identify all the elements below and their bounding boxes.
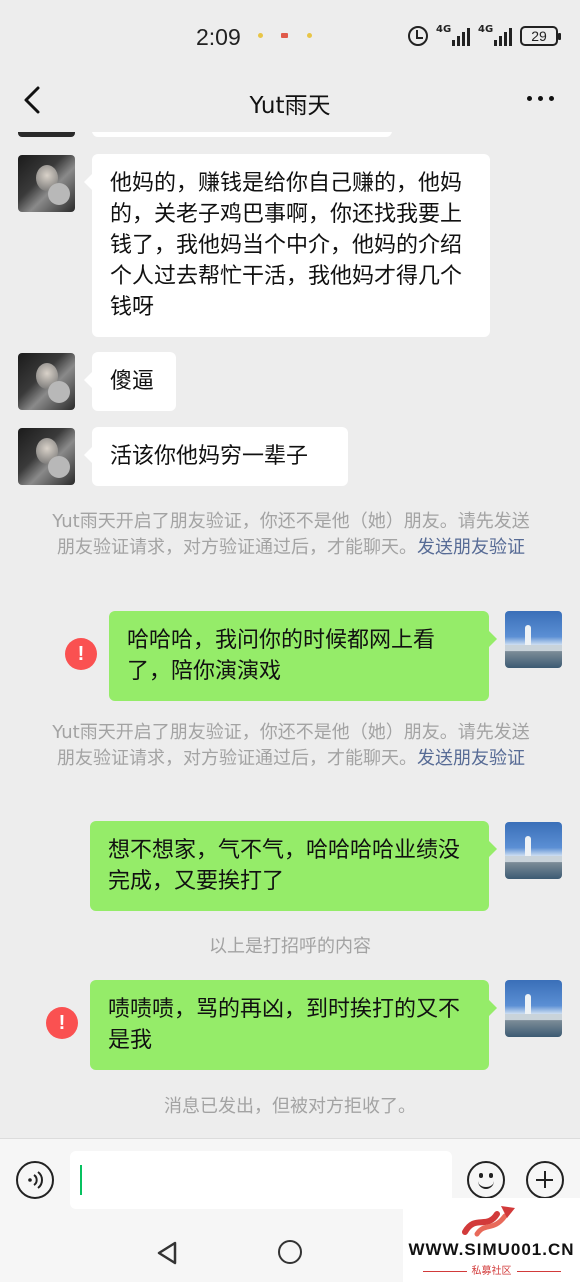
chat-messages[interactable]: 他妈的，赚钱是给你自己赚的，他妈的，关老子鸡巴事啊，你还找我要上钱了，我他妈当个…: [0, 132, 580, 1138]
watermark-label: 私募社区: [403, 1262, 580, 1277]
message-input[interactable]: [70, 1151, 452, 1209]
incoming-message[interactable]: 活该你他妈穷一辈子: [84, 427, 348, 486]
notification-app-icon: [281, 33, 288, 38]
friend-verification-notice: Yut雨天开启了朋友验证，你还不是他（她）朋友。请先发送朋友验证请求，对方验证通…: [46, 509, 536, 561]
notification-dot-icon: [307, 33, 312, 38]
message-bubble-partial[interactable]: [92, 132, 392, 137]
greeting-divider: 以上是打招呼的内容: [209, 936, 371, 957]
friend-verification-notice: Yut雨天开启了朋友验证，你还不是他（她）朋友。请先发送朋友验证请求，对方验证通…: [46, 720, 536, 772]
outgoing-message[interactable]: 啧啧啧，骂的再凶，到时挨打的又不是我: [90, 980, 497, 1070]
incoming-message[interactable]: 他妈的，赚钱是给你自己赚的，他妈的，关老子鸡巴事啊，你还找我要上钱了，我他妈当个…: [84, 154, 490, 337]
status-icons: 4G 4G 29: [408, 24, 561, 46]
my-avatar[interactable]: [505, 980, 562, 1037]
dot-icon: [549, 96, 554, 101]
contact-avatar[interactable]: [18, 428, 75, 485]
more-functions-button[interactable]: [526, 1161, 564, 1199]
status-bar: 2:09 4G 4G 29: [0, 0, 580, 70]
send-failed-icon[interactable]: !: [46, 1007, 78, 1039]
nav-home-icon[interactable]: [278, 1240, 302, 1264]
site-watermark: WWW.SIMU001.CN 私募社区: [403, 1198, 580, 1282]
outgoing-message[interactable]: 哈哈哈，我问你的时候都网上看了，陪你演演戏: [109, 611, 497, 701]
contact-avatar[interactable]: [18, 155, 75, 212]
status-time: 2:09: [196, 24, 241, 50]
nav-back-icon[interactable]: [156, 1240, 178, 1266]
emoji-icon: [489, 1173, 493, 1178]
voice-icon: [28, 1171, 43, 1189]
dot-icon: [527, 96, 532, 101]
outgoing-message[interactable]: 想不想家，气不气，哈哈哈哈业绩没完成，又要挨打了: [90, 821, 497, 911]
watermark-logo-icon: [462, 1206, 515, 1237]
voice-input-button[interactable]: [16, 1161, 54, 1199]
contact-avatar[interactable]: [18, 132, 75, 137]
network-type-label: 4G: [478, 24, 494, 35]
emoji-icon: [478, 1181, 494, 1189]
send-failed-icon[interactable]: !: [65, 638, 97, 670]
contact-avatar[interactable]: [18, 353, 75, 410]
send-verification-link[interactable]: 发送朋友验证: [417, 748, 525, 769]
dot-icon: [538, 96, 543, 101]
network-type-label: 4G: [436, 24, 452, 35]
more-options-button[interactable]: [527, 96, 554, 101]
chat-header: Yut雨天: [0, 70, 580, 132]
my-avatar[interactable]: [505, 822, 562, 879]
signal-icon: 4G: [478, 24, 512, 46]
alarm-icon: [408, 26, 428, 46]
send-verification-link[interactable]: 发送朋友验证: [417, 537, 525, 558]
watermark-site: WWW.SIMU001.CN: [408, 1240, 575, 1259]
emoji-icon: [479, 1173, 483, 1178]
battery-icon: 29: [520, 26, 561, 46]
notification-dot-icon: [258, 33, 263, 38]
emoji-button[interactable]: [467, 1161, 505, 1199]
message-rejected-notice: 消息已发出，但被对方拒收了。: [164, 1096, 416, 1117]
my-avatar[interactable]: [505, 611, 562, 668]
incoming-message[interactable]: 傻逼: [84, 352, 176, 411]
signal-icon: 4G: [436, 24, 470, 46]
text-cursor: [80, 1165, 82, 1195]
chat-title: Yut雨天: [249, 93, 331, 119]
